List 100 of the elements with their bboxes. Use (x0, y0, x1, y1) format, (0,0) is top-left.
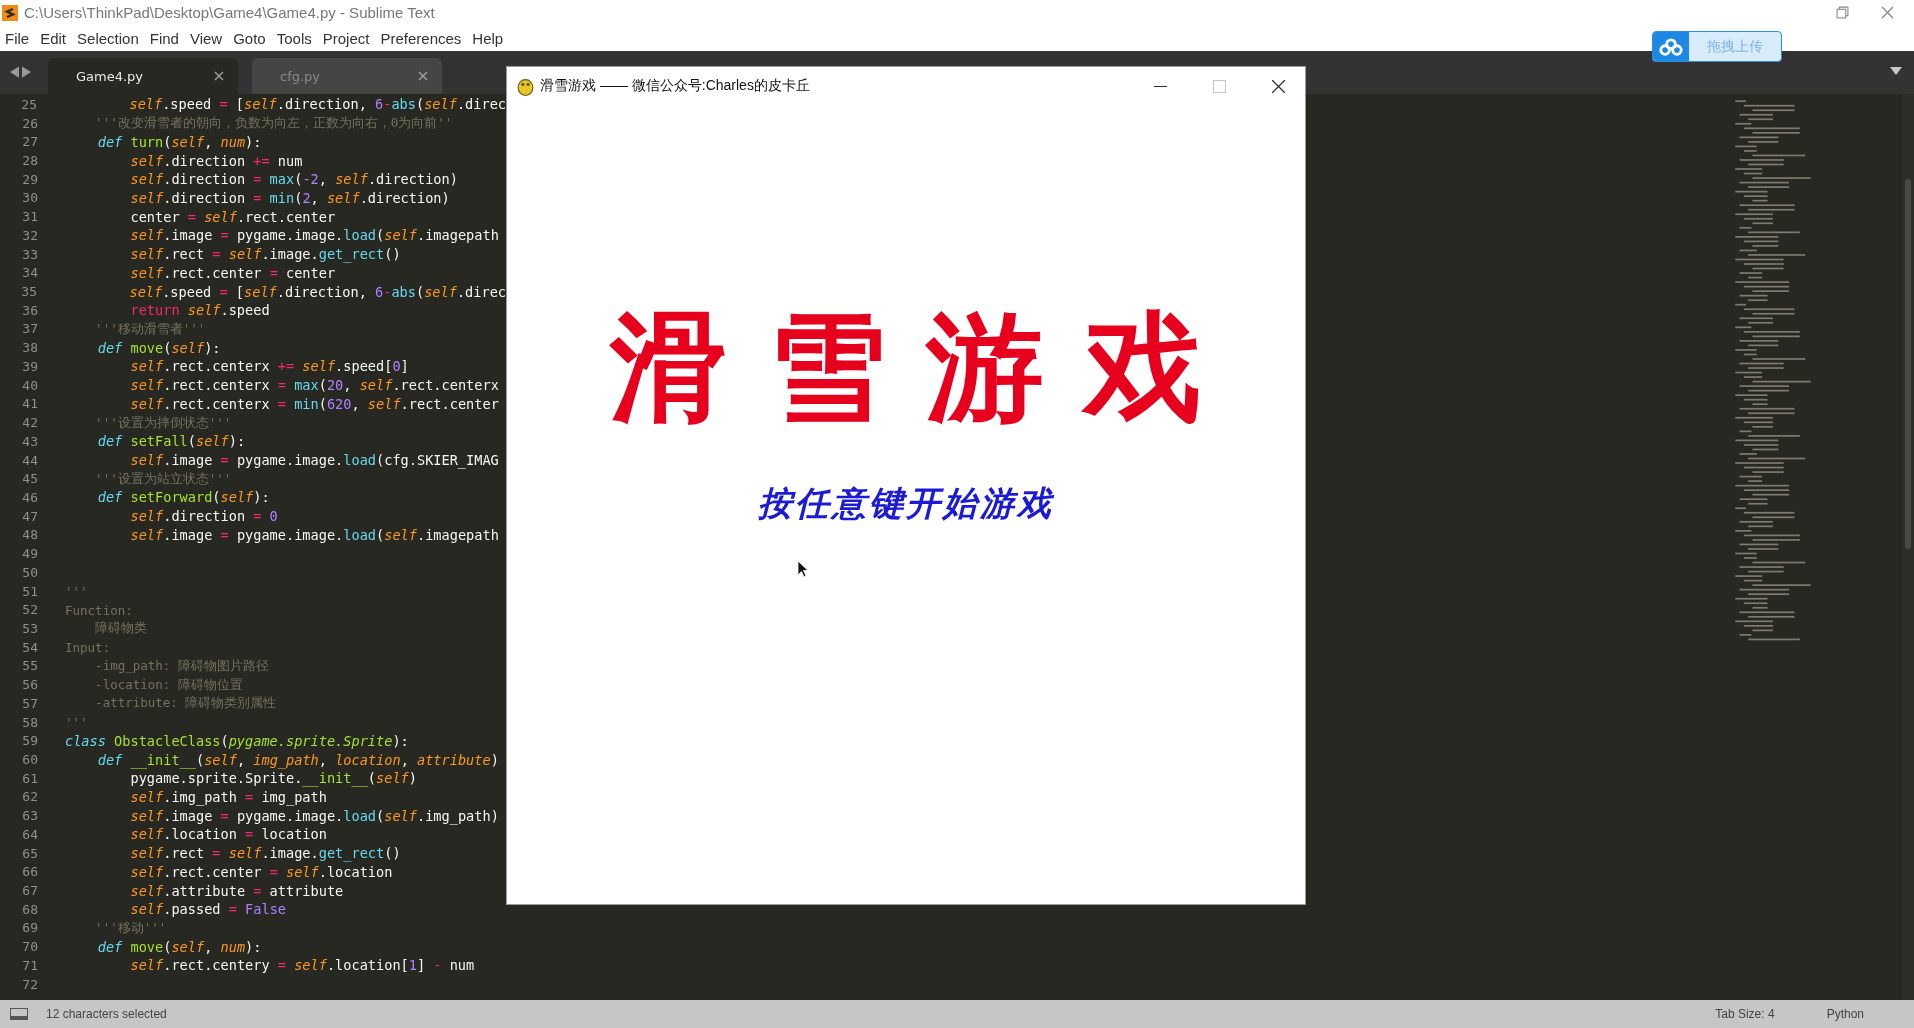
menu-item[interactable]: View (186, 29, 231, 47)
code-line: def setForward(self): (96, 489, 270, 506)
line-number: 70 (21, 939, 38, 955)
menu-item[interactable]: Find (146, 29, 187, 47)
panel-icon[interactable] (10, 1008, 28, 1020)
line-number: 56 (21, 677, 38, 693)
code-line: self.rect.centery = self.location[1] - num (129, 957, 475, 974)
code-line: return self.speed (129, 302, 270, 319)
line-number: 63 (21, 808, 38, 824)
code-line: self.rect.center = self.location (129, 863, 393, 880)
line-number: 29 (21, 171, 38, 187)
code-line: def setFall(self): (96, 433, 246, 450)
file-tab[interactable]: Game4.py (48, 58, 238, 94)
line-number: 60 (21, 752, 38, 767)
syntax-status[interactable]: Python (1826, 1007, 1864, 1021)
tab-label: Game4.py (76, 68, 145, 84)
line-number: 45 (21, 471, 38, 487)
code-line: self.direction = min(2, self.direction) (129, 189, 450, 206)
line-number: 52 (21, 602, 38, 618)
window-title: C:\Users\ThinkPad\Desktop\Game4\Game4.py - Sublime Text (24, 4, 435, 21)
menu-item[interactable]: Preferences (377, 29, 470, 47)
code-line: self.direction = 0 (129, 508, 278, 525)
scrollbar[interactable] (1902, 94, 1914, 1000)
menu-item[interactable]: Edit (37, 29, 75, 47)
menu-item[interactable]: Help (469, 29, 512, 47)
line-number: 57 (21, 695, 38, 711)
code-line: def turn(self, num): (96, 133, 262, 150)
line-number: 32 (21, 227, 38, 243)
code-line: self.passed = False (129, 901, 286, 918)
line-number: 72 (21, 976, 38, 992)
cursor-icon (797, 560, 809, 578)
restore-icon[interactable] (1836, 6, 1849, 19)
tab-label: cfg.py (280, 68, 322, 84)
line-number: 37 (21, 321, 38, 337)
line-number: 71 (21, 957, 38, 973)
code-line: -attribute: 障碍物类别属性 (94, 694, 277, 713)
code-line: -location: 障碍物位置 (94, 675, 243, 694)
line-number: 47 (21, 508, 38, 524)
menu-item[interactable]: Goto (230, 29, 274, 47)
code-line: self.img_path = img_path (129, 788, 327, 805)
app-icon (517, 76, 534, 96)
code-line: '''移动''' (94, 919, 167, 937)
line-number: 30 (21, 190, 38, 206)
line-number: 43 (21, 433, 38, 449)
back-arrow-icon[interactable] (10, 66, 19, 78)
code-line: '''改变滑雪者的朝向，负数为向左，正数为向右，0为向前'' (94, 114, 453, 133)
code-line: self.rect.centerx += self.speed[0] (129, 358, 409, 375)
line-number: 36 (21, 302, 38, 318)
code-line: self.image = pygame.image.load(cfg.SKIER_IMAG (129, 452, 499, 468)
line-number: 59 (21, 733, 38, 749)
code-line: ''' (65, 714, 88, 731)
code-line: self.direction += num (129, 152, 303, 169)
tab-size-status[interactable]: Tab Size: 4 (1715, 1007, 1775, 1021)
line-number: 50 (21, 564, 38, 580)
forward-arrow-icon[interactable] (22, 66, 31, 78)
line-number: 42 (21, 415, 38, 431)
code-line: pygame.sprite.Sprite.__init__(self) (129, 770, 417, 787)
menu-item[interactable]: Tools (273, 29, 320, 47)
code-line: def move(self, num): (96, 938, 262, 955)
line-number: 39 (21, 358, 38, 374)
code-line: Input: (65, 639, 111, 656)
code-line: self.location = location (129, 826, 327, 843)
line-number: 51 (21, 583, 38, 599)
code-line: '''移动滑雪者''' (94, 320, 206, 338)
code-line: -img_path: 障碍物图片路径 (94, 656, 269, 675)
line-number: 66 (21, 864, 38, 880)
line-number: 35 (20, 284, 37, 300)
code-line: self.attribute = attribute (129, 882, 344, 899)
line-number: 65 (21, 845, 38, 861)
code-line: self.image = pygame.image.load(self.imagepath (129, 526, 499, 543)
code-line: self.rect = self.image.get_rect() (129, 246, 401, 263)
line-number: 61 (21, 770, 38, 786)
code-line: center = self.rect.center (129, 208, 336, 225)
code-line: 障碍物类 (94, 619, 148, 638)
code-line: ''' (65, 583, 88, 600)
close-icon[interactable] (1272, 79, 1285, 93)
code-line: def __init__(self, img_path, location, attribute) (96, 751, 499, 768)
line-number: 25 (20, 96, 37, 112)
line-number: 27 (21, 134, 38, 150)
line-number: 31 (21, 209, 38, 225)
close-icon[interactable] (214, 71, 224, 81)
code-line: self.rect.centerx = max(20, self.rect.centerx (129, 377, 499, 394)
menu-item[interactable]: File (2, 29, 38, 47)
line-number: 46 (21, 489, 38, 505)
menu-item[interactable]: Selection (74, 29, 147, 47)
code-line: self.image = pygame.image.load(self.imagepath (129, 227, 499, 244)
line-number: 34 (21, 265, 38, 281)
code-line: '''设置为摔倒状态''' (94, 413, 232, 432)
line-number: 58 (21, 714, 38, 730)
line-number: 53 (21, 621, 38, 636)
line-number: 64 (21, 826, 38, 842)
line-number: 28 (21, 153, 38, 168)
code-line: '''设置为站立状态''' (94, 469, 232, 488)
dropdown-arrow-icon[interactable] (1890, 67, 1902, 75)
code-line: self.image = pygame.image.load(self.img_path) (129, 807, 499, 824)
line-number: 38 (21, 340, 38, 356)
menu-item[interactable]: Project (319, 29, 378, 47)
line-number: 44 (21, 452, 38, 468)
line-number: 49 (21, 546, 38, 562)
game-heading: 滑雪游戏 (610, 297, 1242, 438)
